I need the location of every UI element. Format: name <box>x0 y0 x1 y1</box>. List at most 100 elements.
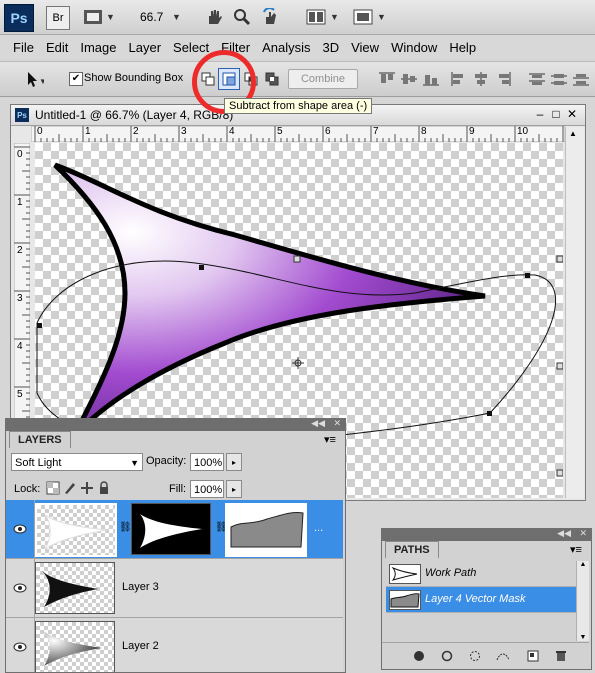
chevron-down-icon[interactable]: ▼ <box>106 12 115 22</box>
lock-all-icon[interactable] <box>97 481 111 498</box>
visibility-eye-icon[interactable] <box>12 521 28 537</box>
opacity-label: Opacity: <box>146 455 187 467</box>
align-top-icon <box>379 72 395 83</box>
menu-help[interactable]: Help <box>447 40 486 55</box>
create-new-path-icon[interactable] <box>526 649 540 663</box>
hand-tool-button[interactable] <box>203 6 225 28</box>
align-right-edges-button[interactable] <box>493 69 513 89</box>
close-icon: ✕ <box>333 418 341 428</box>
layer-thumbnail[interactable] <box>35 562 115 614</box>
horizontal-ruler[interactable] <box>31 126 565 142</box>
menu-edit[interactable]: Edit <box>44 40 78 55</box>
load-path-as-selection-icon[interactable] <box>468 649 482 663</box>
options-bar: ▼ ✔ Show Bounding Box Combine <box>0 61 595 97</box>
layer-thumbnail[interactable] <box>35 503 117 557</box>
ruler-label-h: 7 <box>373 126 379 137</box>
distribute-bottom-edges-button[interactable] <box>571 69 591 89</box>
align-horizontal-centers-button[interactable] <box>471 69 491 89</box>
opacity-input[interactable]: 100% <box>190 453 224 471</box>
menu-window[interactable]: Window <box>389 40 447 55</box>
menu-view[interactable]: View <box>349 40 389 55</box>
layer-name[interactable]: Layer 2 <box>122 640 159 652</box>
chevron-down-icon[interactable]: ▼ <box>330 12 339 22</box>
lock-label: Lock: <box>14 483 41 495</box>
fill-slider-button[interactable]: ▸ <box>226 480 242 498</box>
panel-menu-icon[interactable]: ▾≡ <box>324 433 336 446</box>
align-left-edges-button[interactable] <box>449 69 469 89</box>
tab-paths[interactable]: PATHS <box>385 541 439 558</box>
link-icon[interactable]: ⛓ <box>119 522 132 533</box>
distribute-vertical-centers-button[interactable] <box>549 69 569 89</box>
arrange-documents-button[interactable] <box>305 6 327 28</box>
menu-3d[interactable]: 3D <box>320 40 349 55</box>
anchor-point <box>525 273 530 278</box>
layer-list: ⛓ ⛓ ... Layer 3 Layer 2 <box>6 500 343 672</box>
make-work-path-icon[interactable] <box>496 649 510 663</box>
paths-scrollbar[interactable]: ▲ ▼ <box>576 561 589 641</box>
panel-menu-icon[interactable]: ▾≡ <box>570 543 582 556</box>
layers-panel: ◀◀ ✕ LAYERS ▾≡ Soft Light ▼ Opacity: 100… <box>5 418 346 673</box>
menu-image[interactable]: Image <box>78 40 126 55</box>
ruler-label-h: 2 <box>133 126 139 137</box>
layer-mask-thumbnail[interactable] <box>131 503 211 555</box>
launch-bridge-button[interactable]: Br <box>46 6 70 30</box>
bounding-box-handle <box>293 255 301 263</box>
layer-row-layer-2[interactable]: Layer 2 <box>6 618 343 672</box>
minimize-icon[interactable]: – <box>533 107 547 121</box>
show-bounding-box-checkbox[interactable]: ✔ <box>69 72 83 86</box>
show-bounding-box-label: Show Bounding Box <box>84 72 184 84</box>
ruler-label-v: 5 <box>17 389 23 400</box>
layer-thumbnail[interactable] <box>35 621 115 672</box>
lock-position-icon[interactable] <box>80 481 94 498</box>
vector-mask-thumbnail[interactable] <box>225 503 307 557</box>
layer-row-layer-4[interactable]: ⛓ ⛓ ... <box>6 500 343 559</box>
tool-preset-picker[interactable]: ▼ <box>24 70 47 91</box>
screen-mode-button[interactable] <box>352 6 374 28</box>
menu-layer[interactable]: Layer <box>127 40 172 55</box>
view-extras-button[interactable] <box>82 6 104 28</box>
panel-header[interactable]: ◀◀ ✕ <box>6 418 345 431</box>
fill-input[interactable]: 100% <box>190 480 224 498</box>
path-row-layer-4-vector-mask[interactable]: Layer 4 Vector Mask <box>386 587 576 613</box>
layer-name[interactable]: Layer 3 <box>122 581 159 593</box>
combine-button[interactable]: Combine <box>288 69 358 89</box>
hand-icon <box>209 10 222 24</box>
screen-mode-icon <box>353 9 373 25</box>
rotate-view-button[interactable] <box>260 6 282 28</box>
align-bottom-icon <box>423 75 439 86</box>
document-title: Untitled-1 @ 66.7% (Layer 4, RGB/8) <box>35 108 234 122</box>
distribute-vcenter-icon <box>551 74 567 85</box>
layer-row-layer-3[interactable]: Layer 3 <box>6 559 343 618</box>
maximize-icon[interactable]: □ <box>549 107 563 121</box>
distribute-top-edges-button[interactable] <box>527 69 547 89</box>
vertical-scrollbar[interactable]: ▲ <box>565 127 584 498</box>
zoom-level[interactable]: 66.7 <box>140 10 163 24</box>
align-top-edges-button[interactable] <box>377 69 397 89</box>
zoom-tool-button[interactable] <box>231 6 253 28</box>
path-row-work-path[interactable]: Work Path <box>386 561 576 587</box>
visibility-eye-icon[interactable] <box>12 639 28 655</box>
trash-icon[interactable] <box>554 649 568 663</box>
menu-analysis[interactable]: Analysis <box>260 40 320 55</box>
collapse-icon: ◀◀ <box>311 418 325 428</box>
close-icon[interactable]: ✕ <box>565 107 579 121</box>
scroll-up-icon: ▲ <box>569 129 577 138</box>
align-bottom-edges-button[interactable] <box>421 69 441 89</box>
rotate-hand-icon <box>263 8 276 24</box>
bounding-box-handle <box>556 255 563 263</box>
blend-mode-select[interactable]: Soft Light ▼ <box>11 453 143 471</box>
lock-image-pixels-icon[interactable] <box>63 481 77 498</box>
stroke-path-icon[interactable] <box>440 649 454 663</box>
lock-transparent-pixels-icon[interactable] <box>46 481 60 498</box>
panel-header[interactable]: ◀◀ ✕ <box>382 528 591 541</box>
chevron-down-icon[interactable]: ▼ <box>172 12 181 22</box>
visibility-eye-icon[interactable] <box>12 580 28 596</box>
exclude-overlapping-areas-button[interactable] <box>261 68 283 90</box>
tab-layers[interactable]: LAYERS <box>9 431 71 448</box>
fill-path-icon[interactable] <box>412 649 426 663</box>
chevron-down-icon[interactable]: ▼ <box>377 12 386 22</box>
opacity-slider-button[interactable]: ▸ <box>226 453 242 471</box>
chevron-down-icon: ▼ <box>130 458 139 468</box>
menu-file[interactable]: File <box>0 40 44 55</box>
align-vertical-centers-button[interactable] <box>399 69 419 89</box>
